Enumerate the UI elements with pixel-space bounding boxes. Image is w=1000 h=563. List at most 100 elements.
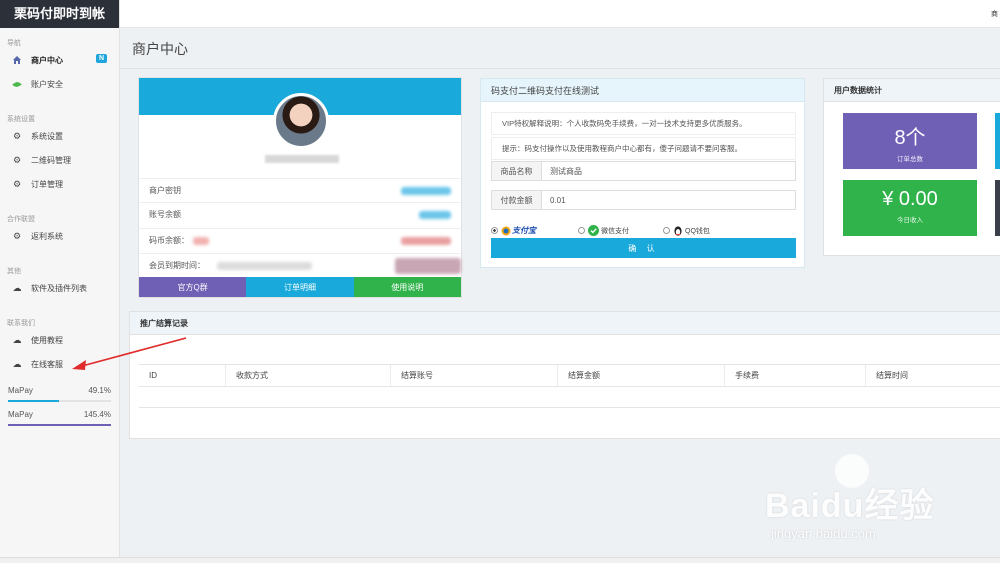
- gear-icon: ⚙: [12, 230, 22, 241]
- nav-section-title: 导航: [7, 40, 21, 47]
- brand-title: 栗码付即时到帐: [0, 0, 119, 28]
- radio-dot: [578, 227, 585, 234]
- sidebar-item-label: 订单管理: [31, 179, 63, 189]
- sidebar-item-label: 返利系统: [31, 231, 63, 241]
- progress-bar: [8, 424, 111, 426]
- blurred-value: [401, 186, 451, 195]
- watermark-title: Baidu经验: [765, 487, 935, 525]
- blurred-value: [395, 257, 461, 274]
- topbar-user-text[interactable]: 商: [991, 9, 998, 19]
- qq-penguin-icon: [673, 225, 683, 236]
- sidebar-item-software-list[interactable]: ☁ 软件及插件列表: [0, 276, 119, 300]
- gear-icon: ⚙: [12, 154, 22, 165]
- tile-label: 今日收入: [897, 217, 923, 224]
- method-label: 支付宝: [512, 226, 536, 235]
- avatar: [273, 93, 329, 149]
- nav-section-title: 联系我们: [7, 320, 35, 327]
- radio-dot: [491, 227, 498, 234]
- payment-test-panel: 码支付二维码支付在线测试 VIP特权解释说明：个人收款码免手续费，一对一技术支持…: [480, 78, 805, 268]
- amount-field: 付款金额 0.01: [491, 190, 796, 210]
- username-blurred: [265, 155, 339, 163]
- row-label: 账号余额: [149, 210, 181, 219]
- sidebar-item-label: 账户安全: [31, 79, 63, 89]
- field-label: 付款金额: [492, 191, 542, 209]
- nav-section-title: 系统设置: [7, 116, 35, 123]
- row-label: 商户密钥: [149, 186, 181, 195]
- expiry-row: 会员到期时间：: [139, 253, 461, 277]
- field-label: 商品名称: [492, 162, 542, 180]
- alipay-radio[interactable]: 支付宝: [491, 225, 536, 236]
- sidebar-item-rebate-system[interactable]: ⚙ 返利系统: [0, 224, 119, 248]
- panel-title: 用户数据统计: [824, 79, 1000, 102]
- bottom-status-bar: [0, 557, 1000, 563]
- watermark-url: jingyan.baidu.com: [771, 526, 876, 541]
- settlement-records-panel: 推广结算记录 ID 收款方式 结算账号 结算金额 手续费 结算时间: [129, 311, 1000, 439]
- page-title: 商户中心: [132, 41, 188, 57]
- column-header: 结算时间: [866, 365, 1000, 386]
- today-income-tile: ¥ 0.00 今日收入: [843, 180, 977, 236]
- gear-icon: ⚙: [12, 178, 22, 189]
- method-label: QQ钱包: [685, 227, 710, 235]
- stat-name: MaPay: [8, 410, 33, 419]
- progress-bar: [8, 400, 111, 402]
- tile-partial: [995, 180, 1000, 236]
- sidebar-item-online-service[interactable]: ☁ 在线客服: [0, 352, 119, 376]
- stat-value: 49.1%: [88, 386, 111, 395]
- sidebar-item-label: 商户中心: [31, 55, 63, 65]
- cloud-download-icon: ☁: [12, 358, 22, 369]
- merchant-key-row: 商户密钥: [139, 178, 461, 202]
- payment-method-group: 支付宝 微信支付 QQ钱包: [491, 225, 796, 237]
- sidebar-item-tutorial[interactable]: ☁ 使用教程: [0, 328, 119, 352]
- sidebar-item-label: 二维码管理: [31, 155, 71, 165]
- table-row: [139, 387, 1000, 408]
- confirm-button[interactable]: 确 认: [491, 238, 796, 258]
- stat-name: MaPay: [8, 386, 33, 395]
- profile-actions: 官方Q群 订单明细 使用说明: [139, 277, 461, 297]
- tile-value: 8个: [894, 127, 926, 149]
- official-qq-group-button[interactable]: 官方Q群: [139, 277, 247, 297]
- sidebar-item-account-security[interactable]: 账户安全: [0, 72, 119, 96]
- column-header: ID: [139, 365, 226, 386]
- sidebar-item-system-settings[interactable]: ⚙ 系统设置: [0, 124, 119, 148]
- column-header: 收款方式: [226, 365, 391, 386]
- tip-note: 提示：码支付操作以及使用教程商户中心都有，傻子问题请不要问客服。: [491, 137, 796, 160]
- alipay-logo-icon: [501, 226, 511, 236]
- vip-note: VIP特权解释说明：个人收款码免手续费，一对一技术支持更多优质服务。: [491, 112, 796, 135]
- cloud-download-icon: ☁: [12, 334, 22, 345]
- balance-row: 账号余额: [139, 202, 461, 226]
- row-label: 会员到期时间：: [149, 261, 205, 270]
- usage-guide-button[interactable]: 使用说明: [353, 277, 461, 297]
- new-badge: N: [95, 54, 107, 63]
- progress-fill: [8, 424, 111, 426]
- blurred-value: [401, 236, 451, 245]
- user-stats-panel: 用户数据统计 8个 订单总数 ¥ 0.00 今日收入: [823, 78, 1000, 256]
- sidebar-item-label: 使用教程: [31, 335, 63, 345]
- sidebar-item-qrcode-management[interactable]: ⚙ 二维码管理: [0, 148, 119, 172]
- blurred-value: [193, 236, 209, 245]
- wechat-pay-radio[interactable]: 微信支付: [578, 225, 629, 236]
- coin-balance-row: 码币余额：: [139, 228, 461, 252]
- cloud-download-icon: ☁: [12, 282, 22, 293]
- sidebar-item-label: 软件及插件列表: [31, 283, 87, 293]
- progress-fill: [8, 400, 59, 402]
- column-header: 手续费: [725, 365, 866, 386]
- gear-icon: ⚙: [12, 130, 22, 141]
- amount-input[interactable]: 0.01: [542, 191, 795, 209]
- profile-card: 商户密钥 账号余额 码币余额： 会员到期时间： 官方Q群 订单明细 使用说明: [138, 77, 462, 298]
- top-bar: 商: [120, 0, 1000, 28]
- sidebar-item-merchant-center[interactable]: 商户中心 N: [0, 48, 119, 72]
- column-header: 结算金额: [558, 365, 725, 386]
- sidebar-item-label: 系统设置: [31, 131, 63, 141]
- home-icon: [12, 55, 22, 65]
- product-name-input[interactable]: 测试商品: [542, 162, 795, 180]
- sidebar-item-order-management[interactable]: ⚙ 订单管理: [0, 172, 119, 196]
- tile-partial: [995, 113, 1000, 169]
- sidebar: 栗码付即时到帐 导航 商户中心 N 账户安全 系统设置 ⚙ 系统设置 ⚙ 二维码…: [0, 0, 120, 563]
- records-table: ID 收款方式 结算账号 结算金额 手续费 结算时间: [139, 364, 1000, 409]
- baidu-jingyan-watermark: Baidu经验 jingyan.baidu.com: [765, 454, 980, 545]
- panel-title: 码支付二维码支付在线测试: [481, 79, 804, 102]
- qq-wallet-radio[interactable]: QQ钱包: [663, 225, 710, 236]
- order-details-button[interactable]: 订单明细: [246, 277, 354, 297]
- stat-value: 145.4%: [83, 410, 111, 419]
- blurred-value: [419, 210, 451, 219]
